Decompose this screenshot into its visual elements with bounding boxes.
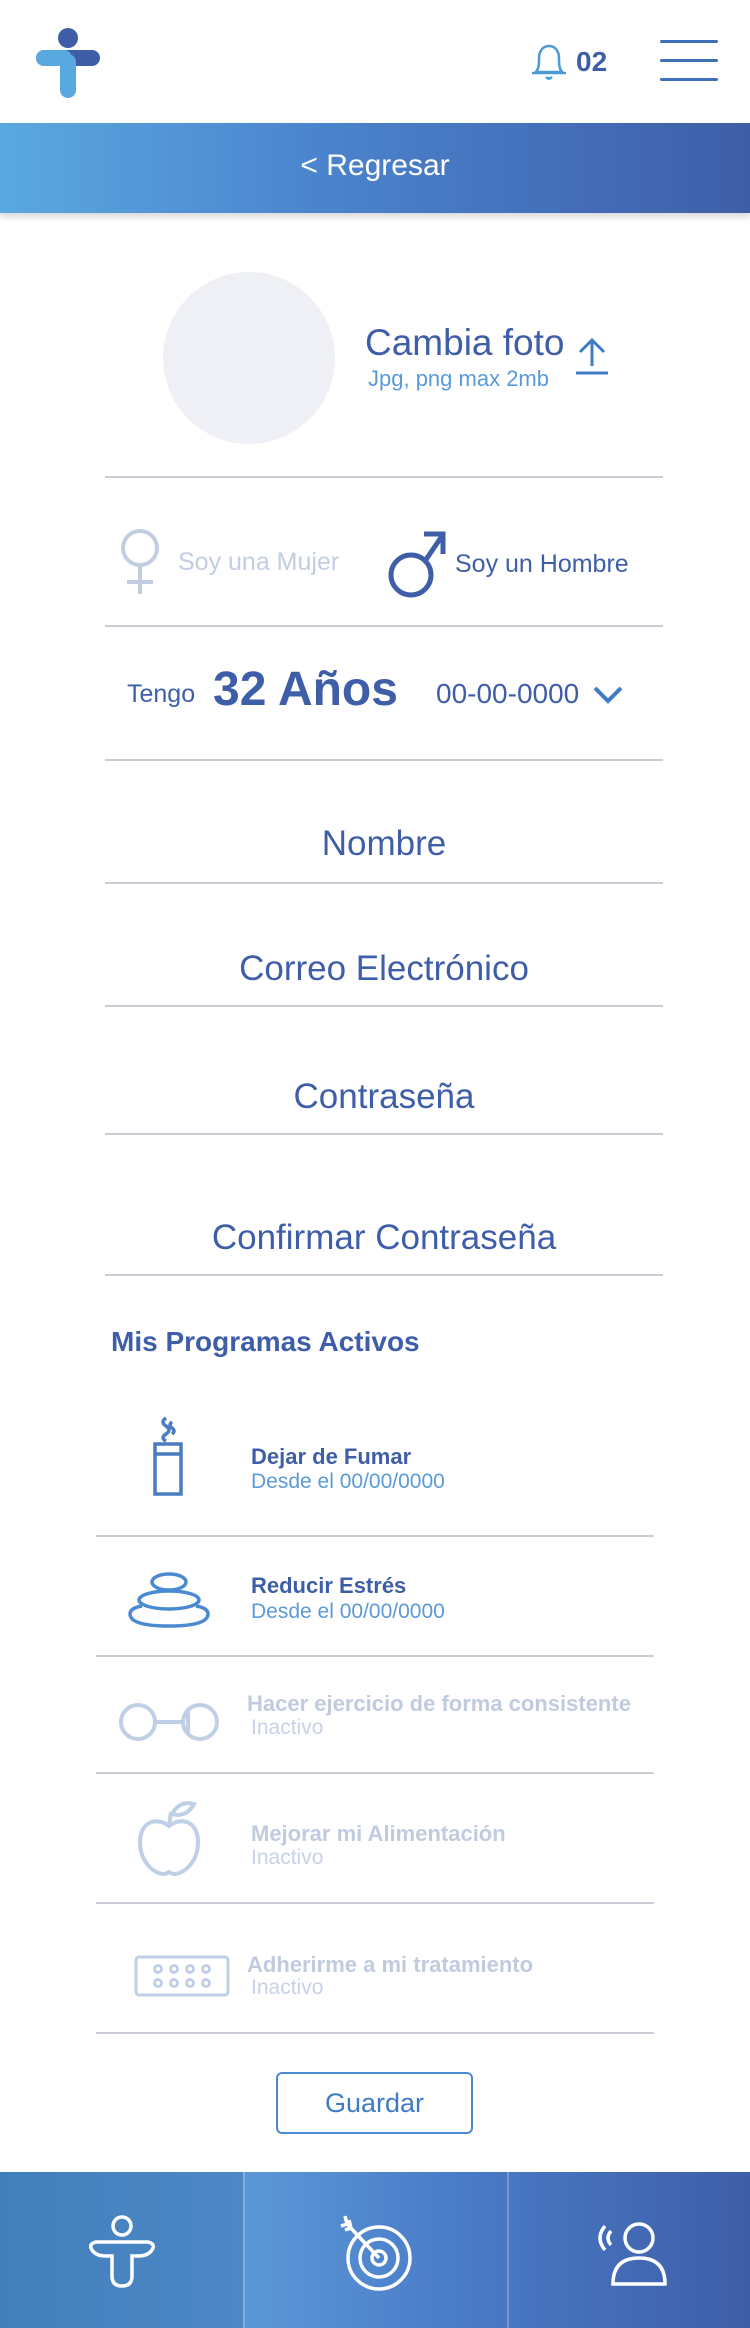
male-icon[interactable] [388, 528, 446, 600]
notification-count: 02 [576, 46, 608, 77]
apple-icon [137, 1801, 201, 1877]
divider [96, 1655, 654, 1657]
female-icon[interactable] [115, 528, 165, 596]
divider [105, 759, 663, 761]
bell-icon[interactable] [528, 40, 570, 82]
support-icon [598, 2222, 667, 2286]
divider [105, 1274, 663, 1276]
name-field[interactable]: Nombre [105, 824, 663, 864]
program-status: Desde el 00/00/0000 [251, 1600, 445, 1623]
password-field[interactable]: Contraseña [105, 1077, 663, 1117]
program-title[interactable]: Dejar de Fumar [251, 1444, 411, 1470]
divider [105, 1005, 663, 1007]
save-button[interactable]: Guardar [276, 2072, 473, 2134]
hamburger-menu-icon[interactable] [660, 40, 718, 86]
divider [96, 1772, 654, 1774]
female-option[interactable]: Soy una Mujer [178, 548, 339, 577]
cigarette-icon [153, 1416, 183, 1496]
confirm-password-field[interactable]: Confirmar Contraseña [105, 1218, 663, 1258]
nav-item-support[interactable] [509, 2172, 750, 2328]
divider [96, 1535, 654, 1537]
divider [105, 625, 663, 627]
back-button[interactable]: < Regresar [0, 149, 750, 183]
divider [96, 1902, 654, 1904]
program-status: Inactivo [251, 1846, 324, 1869]
divider [105, 1133, 663, 1135]
upload-icon[interactable] [574, 336, 610, 376]
program-title[interactable]: Mejorar mi Alimentación [251, 1821, 506, 1847]
program-status: Inactivo [251, 1716, 324, 1739]
program-status: Desde el 00/00/0000 [251, 1470, 445, 1493]
male-option[interactable]: Soy un Hombre [455, 550, 629, 579]
health-icon [88, 2215, 156, 2288]
app-header: 02 [0, 0, 750, 123]
chevron-down-icon[interactable] [592, 684, 624, 706]
nav-item-health[interactable] [0, 2172, 243, 2328]
bottom-nav [0, 2172, 750, 2328]
program-status: Inactivo [251, 1976, 324, 1999]
divider [96, 2032, 654, 2034]
email-field[interactable]: Correo Electrónico [105, 949, 663, 989]
program-title[interactable]: Reducir Estrés [251, 1573, 406, 1599]
target-icon [340, 2215, 412, 2291]
pills-icon [134, 1955, 230, 1997]
divider [105, 476, 663, 478]
programs-title: Mis Programas Activos [111, 1326, 420, 1357]
dumbbell-icon [119, 1703, 219, 1741]
divider [105, 882, 663, 884]
stones-icon [128, 1572, 210, 1628]
avatar[interactable] [163, 272, 335, 444]
brand-logo[interactable] [32, 26, 104, 102]
nav-item-goals[interactable] [245, 2172, 507, 2328]
photo-format-hint: Jpg, png max 2mb [368, 366, 549, 391]
program-title[interactable]: Adherirme a mi tratamiento [247, 1952, 533, 1978]
program-title[interactable]: Hacer ejercicio de forma consistente [247, 1691, 631, 1717]
change-photo-label[interactable]: Cambia foto [365, 322, 565, 364]
birthdate-select[interactable]: 00-00-0000 [436, 678, 579, 710]
back-bar[interactable]: < Regresar [0, 123, 750, 213]
age-value: 32 Años [213, 663, 398, 716]
age-prefix: Tengo [127, 680, 196, 708]
